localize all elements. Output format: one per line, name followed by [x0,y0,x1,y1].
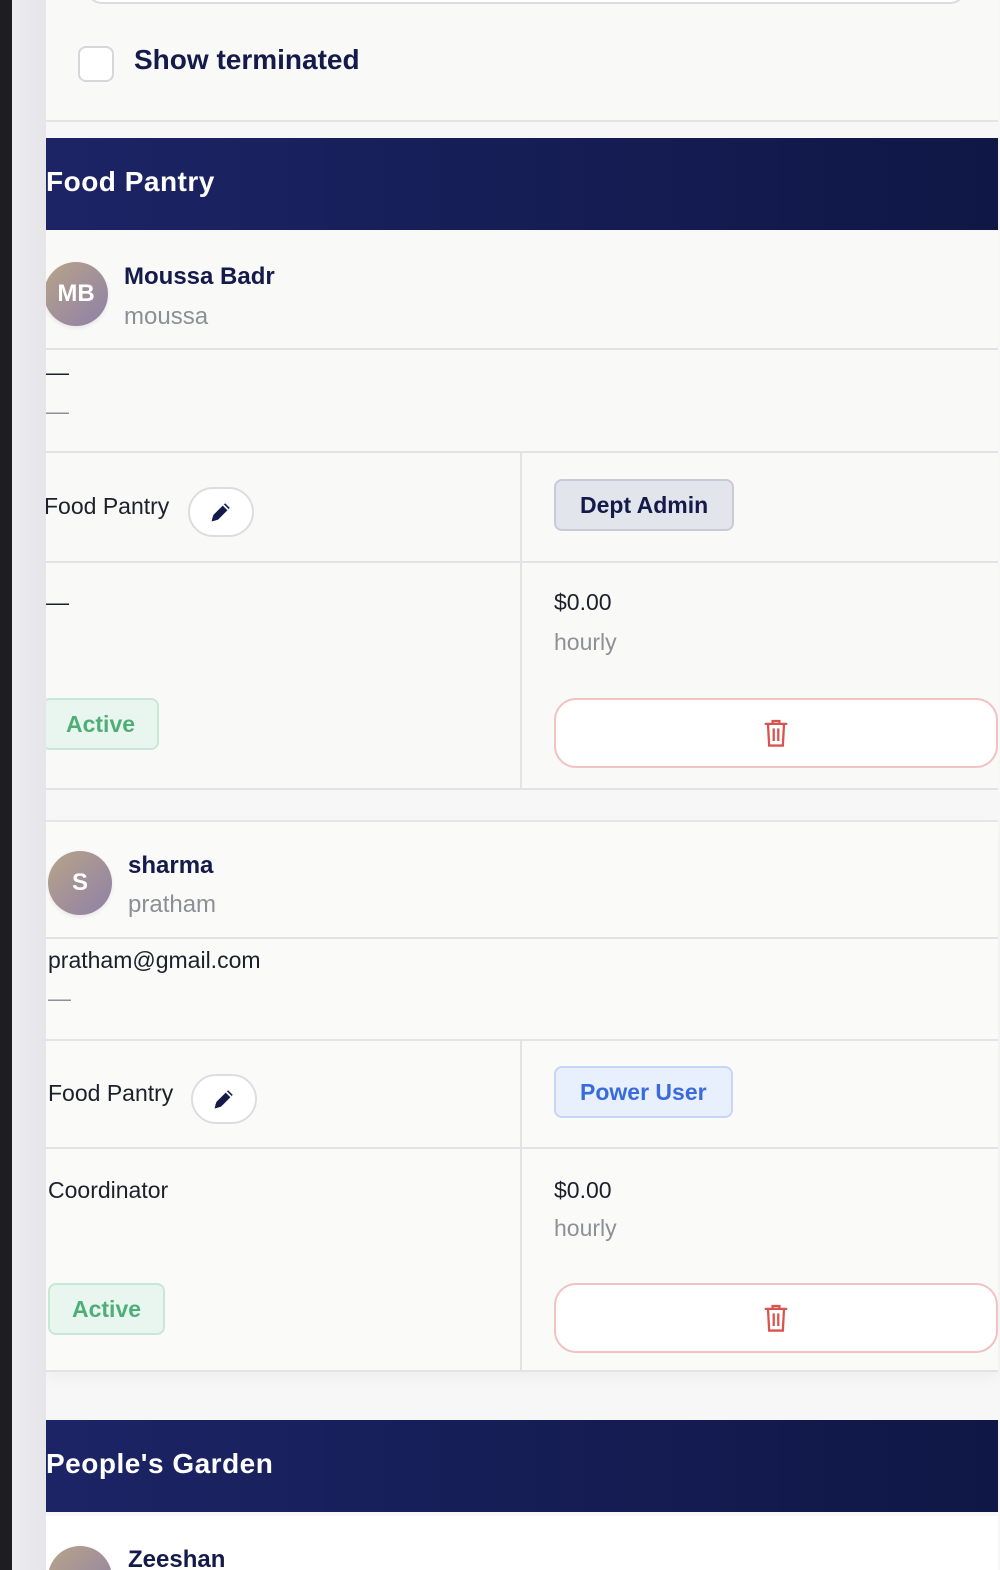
member-pay-type: hourly [554,629,617,655]
member-pay-rate: $0.00 [554,589,612,615]
section-header-peoples-garden: People's Garden [46,1420,998,1512]
member-phone: — [46,398,69,424]
edit-department-button[interactable] [191,1074,257,1124]
member-name[interactable]: sharma [128,852,213,880]
window-edge [0,0,12,1570]
member-card: S sharma pratham pratham@gmail.com — Foo… [46,820,998,1372]
pencil-icon [211,503,230,522]
avatar [48,1546,112,1570]
sidebar-gutter [12,0,46,1570]
avatar: MB [46,262,108,326]
delete-member-button[interactable] [554,698,998,768]
member-department: Food Pantry [48,1080,174,1106]
status-badge: Active [46,698,160,750]
member-name[interactable]: Zeeshan [128,1546,225,1570]
show-terminated-label[interactable]: Show terminated [134,44,360,76]
member-pay-type: hourly [554,1215,617,1241]
role-badge: Power User [554,1066,733,1118]
status-badge: Active [48,1283,166,1335]
trash-icon [764,719,788,747]
member-card: MB Moussa Badr moussa — — Food Pantry De… [46,231,998,790]
divider [46,561,998,563]
member-position: Coordinator [48,1177,169,1203]
divider [46,451,998,453]
role-badge: Dept Admin [554,479,735,531]
avatar: S [48,851,112,915]
member-department: Food Pantry [46,493,170,519]
column-divider [520,453,522,790]
filter-bar: Show terminated [46,0,998,122]
divider [46,1147,998,1149]
column-divider [520,1041,522,1372]
member-email: — [46,359,69,385]
member-pay-rate: $0.00 [554,1177,612,1203]
member-card: Zeeshan [46,1516,998,1570]
show-terminated-checkbox[interactable] [78,46,114,82]
member-username: pratham [128,891,217,918]
member-position: — [46,589,69,615]
member-username: moussa [124,303,209,330]
staff-list: Show terminated Food Pantry MB Moussa Ba… [46,0,1000,1570]
edit-department-button[interactable] [188,487,254,537]
member-email[interactable]: pratham@gmail.com [48,947,261,974]
search-input[interactable] [86,0,966,4]
member-phone: — [48,985,71,1011]
divider [46,1039,998,1041]
member-name[interactable]: Moussa Badr [124,263,275,291]
section-header-food-pantry: Food Pantry [46,138,998,230]
trash-icon [764,1304,788,1332]
divider [46,348,998,350]
section-title: People's Garden [46,1448,274,1479]
divider [46,937,998,939]
pencil-icon [214,1090,233,1109]
section-title: Food Pantry [46,166,215,197]
delete-member-button[interactable] [554,1283,998,1353]
